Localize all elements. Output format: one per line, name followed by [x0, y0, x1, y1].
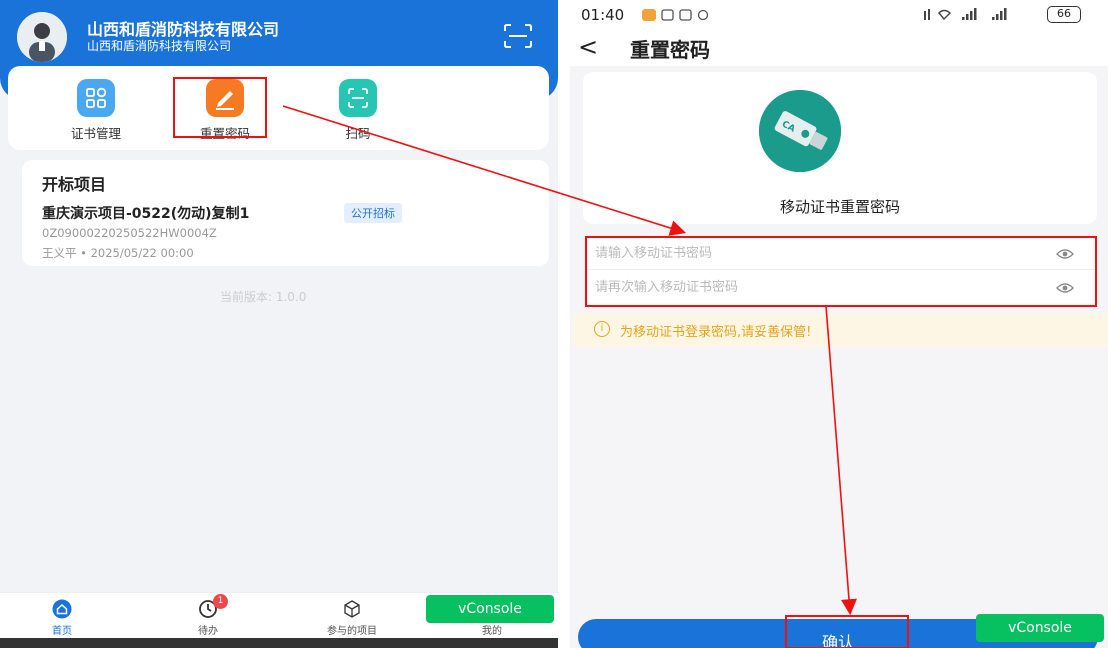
quick-actions-card: 证书管理 重置密码 扫码 [8, 66, 549, 150]
back-button[interactable]: < [578, 30, 608, 66]
notification-icons [640, 7, 720, 26]
grid-icon [77, 79, 115, 117]
scan-button[interactable]: 扫码 [313, 79, 403, 143]
scan-icon [339, 79, 377, 117]
certificate-management-button[interactable]: 证书管理 [51, 79, 141, 143]
section-title: 开标项目 [42, 175, 107, 194]
project-card[interactable]: 开标项目 重庆演示项目-0522(勿动)复制1 公开招标 0Z090002202… [22, 160, 549, 266]
status-time: 01:40 [581, 6, 625, 24]
left-phone-screen: 山西和盾消防科技有限公司 山西和盾消防科技有限公司 证书管理 重置密码 扫码 开… [0, 0, 558, 648]
info-icon: i [594, 321, 610, 337]
bidding-type-badge: 公开招标 [344, 203, 402, 223]
hero-title: 移动证书重置密码 [779, 198, 900, 216]
password-input[interactable] [595, 242, 1045, 264]
tip-text: 为移动证书登录密码,请妥善保管! [620, 325, 812, 340]
signal-wifi-icons [922, 7, 1042, 26]
screen-divider [558, 0, 570, 648]
company-subtitle: 山西和盾消防科技有限公司 [87, 39, 232, 53]
nav-item-home[interactable]: 首页 [17, 597, 107, 637]
system-bar [0, 638, 558, 648]
scan-icon[interactable] [502, 22, 534, 50]
status-bar: 01:40 66 [570, 0, 1108, 30]
nav-label: 参与的项目 [327, 626, 377, 637]
quick-action-label: 扫码 [345, 126, 371, 141]
project-code: 0Z09000220250522HW0004Z [42, 226, 217, 240]
cube-icon [342, 599, 362, 619]
quick-action-label: 证书管理 [70, 126, 121, 141]
home-icon [52, 599, 72, 619]
page-title: 重置密码 [630, 38, 710, 62]
nav-item-todo[interactable]: 1 待办 [163, 594, 253, 637]
nav-label: 待办 [198, 626, 218, 637]
confirm-password-input[interactable] [595, 276, 1045, 298]
nav-label: 我的 [482, 626, 502, 637]
pencil-icon [206, 79, 244, 117]
eye-icon[interactable] [1056, 280, 1074, 294]
vconsole-button[interactable]: vConsole [426, 595, 554, 623]
eye-icon[interactable] [1056, 246, 1074, 260]
confirm-password-field [588, 270, 1096, 306]
avatar[interactable] [17, 12, 67, 62]
tip-banner: i 为移动证书登录密码,请妥善保管! [574, 313, 1108, 347]
project-title[interactable]: 重庆演示项目-0522(勿动)复制1 [42, 203, 249, 223]
vconsole-button[interactable]: vConsole [976, 614, 1104, 642]
project-meta: 王义平 • 2025/05/22 00:00 [42, 246, 194, 260]
nav-item-projects[interactable]: 参与的项目 [307, 597, 397, 637]
nav-label: 首页 [52, 626, 72, 637]
top-nav-bar: < 重置密码 [570, 30, 1108, 66]
version-text: 当前版本: 1.0.0 [220, 290, 307, 304]
battery-level: 66 [1047, 6, 1081, 23]
certificate-hero-card: CA 移动证书重置密码 [583, 72, 1097, 224]
quick-action-label: 重置密码 [199, 126, 250, 141]
todo-count-badge: 1 [213, 594, 228, 609]
usb-key-icon: CA [759, 90, 841, 172]
reset-password-button[interactable]: 重置密码 [180, 79, 270, 143]
right-phone-screen: 01:40 66 < 重置密码 CA 移动证书重置密码 i 为移动证书登录密码,… [570, 0, 1108, 648]
password-field [588, 236, 1096, 270]
